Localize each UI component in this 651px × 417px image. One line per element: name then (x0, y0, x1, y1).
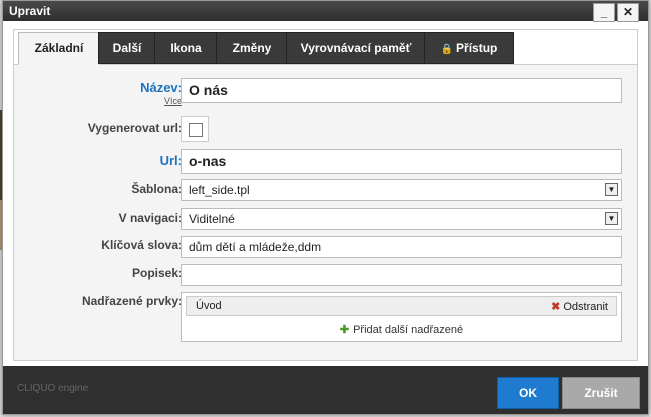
dropdown-arrow-icon[interactable]: ▼ (605, 183, 618, 196)
label-klicova-slova: Klíčová slova: (101, 238, 182, 252)
label-vygenerovat-url: Vygenerovat url: (87, 121, 182, 135)
parent-label: Úvod (196, 300, 222, 312)
generate-url-checkbox-wrap (181, 116, 209, 142)
navigace-value: Viditelné (189, 212, 235, 226)
tab-zakladni[interactable]: Základní (18, 32, 100, 65)
dialog-footer: CLIQUO engine OK Zrušit (3, 366, 648, 414)
row-vygenerovat-url: Vygenerovat url: (14, 115, 637, 145)
label-sablona: Šablona: (131, 182, 182, 196)
row-popisek: Popisek: (14, 260, 637, 288)
keywords-input[interactable]: dům dětí a mládeže,ddm (181, 236, 622, 258)
minimize-button[interactable]: _ (593, 3, 615, 22)
form-area: Název: Více O nás Vygenerovat url: Url: … (14, 65, 637, 360)
navigace-select[interactable]: Viditelné ▼ (181, 208, 622, 230)
more-link[interactable]: Více (164, 96, 182, 106)
ok-button[interactable]: OK (497, 377, 559, 409)
row-url: Url: o-nas (14, 148, 637, 178)
remove-parent-button[interactable]: ✖ Odstranit (551, 300, 608, 313)
tab-vyrovnavaci-pamet[interactable]: Vyrovnávací paměť (286, 32, 426, 64)
label-nazev: Název: (140, 80, 182, 95)
description-input[interactable] (181, 264, 622, 286)
url-input[interactable]: o-nas (181, 149, 622, 174)
dialog-titlebar[interactable]: Upravit _ ✕ (3, 1, 648, 22)
underscore-icon: _ (600, 5, 608, 19)
plus-icon: ✚ (339, 324, 350, 336)
tab-ikona[interactable]: Ikona (154, 32, 218, 64)
dialog-body: Základní Další Ikona Změny Vyrovnávací p… (13, 29, 638, 361)
lock-icon: 🔒 (440, 44, 454, 55)
cancel-button[interactable]: Zrušit (562, 377, 640, 409)
dropdown-arrow-icon[interactable]: ▼ (605, 212, 618, 225)
label-navigace: V navigaci: (118, 211, 182, 225)
row-navigace: V navigaci: Viditelné ▼ (14, 207, 637, 235)
edit-dialog: Upravit _ ✕ Základní Další Ikona Změny V… (2, 0, 649, 415)
row-nazev: Název: Více O nás (14, 75, 637, 111)
list-item: Úvod ✖ Odstranit (186, 296, 617, 316)
sablona-select[interactable]: left_side.tpl ▼ (181, 179, 622, 201)
row-klicova-slova: Klíčová slova: dům dětí a mládeže,ddm (14, 232, 637, 260)
row-nadrazene: Nadřazené prvky: Úvod ✖ Odstranit ✚ Přidat… (14, 290, 637, 350)
nazev-input[interactable]: O nás (181, 78, 622, 103)
dialog-title: Upravit (9, 4, 51, 18)
row-sablona: Šablona: left_side.tpl ▼ (14, 178, 637, 206)
tab-bar: Základní Další Ikona Změny Vyrovnávací p… (14, 30, 637, 65)
brand-label: CLIQUO engine (17, 383, 89, 394)
label-nadrazene: Nadřazené prvky: (81, 294, 182, 308)
tab-zmeny[interactable]: Změny (216, 32, 288, 64)
tab-pristup[interactable]: 🔒 Přístup (424, 32, 514, 64)
sablona-value: left_side.tpl (189, 183, 250, 197)
parents-box: Úvod ✖ Odstranit ✚ Přidat další nadřazené (181, 292, 622, 342)
add-parent-button[interactable]: ✚ Přidat další nadřazené (182, 323, 621, 336)
close-button[interactable]: ✕ (617, 3, 639, 22)
label-url: Url: (159, 153, 182, 168)
generate-url-checkbox[interactable] (189, 123, 203, 137)
close-x-icon: ✕ (622, 5, 634, 19)
tab-dalsi[interactable]: Další (98, 32, 156, 64)
remove-icon: ✖ (551, 301, 561, 313)
label-popisek: Popisek: (131, 266, 182, 280)
